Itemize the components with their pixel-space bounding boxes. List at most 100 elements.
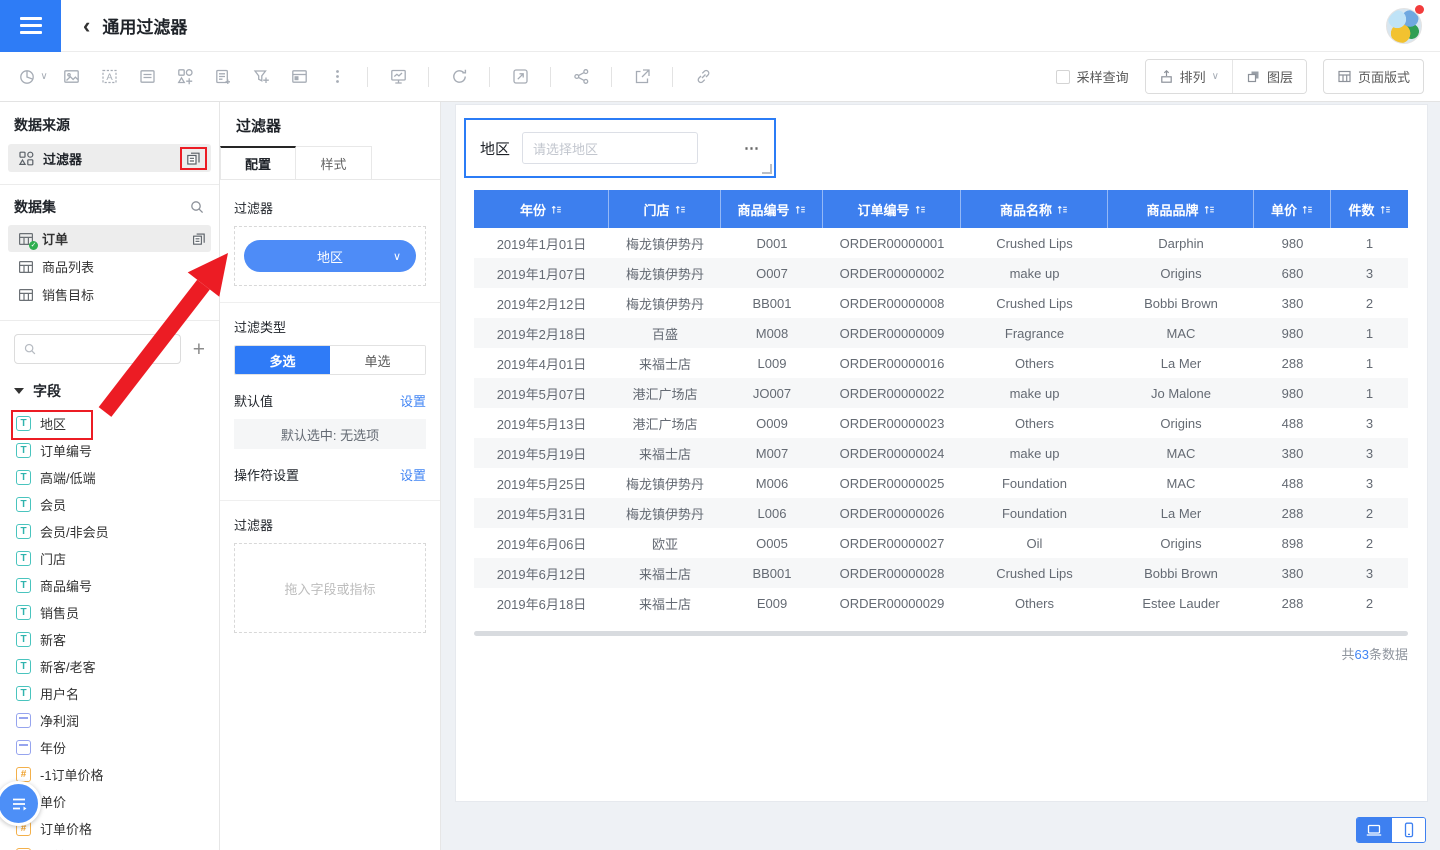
more-button[interactable]: [320, 60, 354, 94]
arrange-label: 排列: [1180, 67, 1206, 86]
mobile-view-button[interactable]: [1391, 818, 1425, 842]
table-row[interactable]: 2019年6月06日 欧亚 O005 ORDER00000027 Oil Ori…: [474, 528, 1408, 558]
table-row[interactable]: 2019年4月01日 来福士店 L009 ORDER00000016 Other…: [474, 348, 1408, 378]
table-row[interactable]: 2019年5月25日 梅龙镇伊势丹 M006 ORDER00000025 Fou…: [474, 468, 1408, 498]
single-select-option[interactable]: 单选: [330, 346, 425, 374]
cell-year: 2019年5月25日: [474, 468, 609, 498]
horizontal-scrollbar[interactable]: [474, 631, 1408, 636]
cell-unit-price: 680: [1254, 258, 1331, 288]
add-field-button[interactable]: +: [193, 339, 205, 360]
hamburger-menu-button[interactable]: [0, 0, 61, 52]
filter-type-label: 过滤类型: [234, 317, 426, 336]
default-value-settings-link[interactable]: 设置: [400, 391, 426, 410]
card-button[interactable]: [130, 60, 164, 94]
refresh-button[interactable]: [442, 60, 476, 94]
region-filter-input[interactable]: 请选择地区: [522, 132, 698, 164]
dataset-item[interactable]: ✓ 销售目标: [8, 281, 211, 308]
cell-order-no: ORDER00000009: [823, 318, 961, 348]
field-item[interactable]: 会员/非会员: [16, 518, 219, 545]
field-item[interactable]: 门店: [16, 545, 219, 572]
add-widget-button[interactable]: [168, 60, 202, 94]
tab-style[interactable]: 样式: [296, 146, 372, 179]
add-list-button[interactable]: [206, 60, 240, 94]
field-item[interactable]: 新客/老客: [16, 653, 219, 680]
footer-suffix: 条数据: [1369, 647, 1408, 662]
search-icon[interactable]: [189, 199, 205, 215]
field-item[interactable]: 地区: [16, 410, 219, 437]
table-row[interactable]: 2019年5月07日 港汇广场店 JO007 ORDER00000022 mak…: [474, 378, 1408, 408]
field-item[interactable]: 年份: [16, 734, 219, 761]
field-item[interactable]: -1订单价格: [16, 761, 219, 788]
table-row[interactable]: 2019年5月31日 梅龙镇伊势丹 L006 ORDER00000026 Fou…: [474, 498, 1408, 528]
table-row[interactable]: 2019年1月01日 梅龙镇伊势丹 D001 ORDER00000001 Cru…: [474, 228, 1408, 258]
field-item[interactable]: 用户名: [16, 680, 219, 707]
sidebar-item-filter-source[interactable]: 过滤器: [8, 144, 211, 172]
share-button[interactable]: [564, 60, 598, 94]
tab-config[interactable]: 配置: [220, 146, 296, 179]
table-header-cell[interactable]: 单价: [1254, 190, 1331, 228]
checkbox-icon[interactable]: [1056, 70, 1070, 84]
cell-product-no: JO007: [721, 378, 823, 408]
page-layout-button[interactable]: 页面版式: [1323, 59, 1424, 94]
table-header-cell[interactable]: 订单编号: [823, 190, 961, 228]
table-row[interactable]: 2019年6月18日 来福士店 E009 ORDER00000029 Other…: [474, 588, 1408, 618]
rename-board-icon: [185, 150, 202, 167]
image-button[interactable]: [54, 60, 88, 94]
table-row[interactable]: 2019年2月18日 百盛 M008 ORDER00000009 Fragran…: [474, 318, 1408, 348]
preview-button[interactable]: [381, 60, 415, 94]
cell-store: 来福士店: [609, 438, 721, 468]
dataset-item[interactable]: ✓ 商品列表: [8, 253, 211, 280]
field-item[interactable]: 新客: [16, 626, 219, 653]
dataset-item[interactable]: ✓ 订单: [8, 225, 211, 252]
sample-query-checkbox[interactable]: 采样查询: [1056, 67, 1129, 86]
table-row[interactable]: 2019年1月07日 梅龙镇伊势丹 O007 ORDER00000002 mak…: [474, 258, 1408, 288]
region-filter-widget[interactable]: 地区 请选择地区 ⋯: [464, 118, 776, 178]
field-item[interactable]: 净利润: [16, 707, 219, 734]
cell-order-no: ORDER00000025: [823, 468, 961, 498]
user-avatar[interactable]: [1386, 8, 1422, 44]
region-filter-pill[interactable]: 地区 ∨: [244, 240, 416, 272]
add-filter-button[interactable]: [244, 60, 278, 94]
back-button[interactable]: ‹: [83, 15, 90, 37]
table-header-cell[interactable]: 商品品牌: [1108, 190, 1254, 228]
field-search-input[interactable]: [43, 342, 172, 357]
drop-zone[interactable]: 拖入字段或指标: [234, 543, 426, 633]
table-header-cell[interactable]: 商品名称: [961, 190, 1108, 228]
field-item[interactable]: 商品编号: [16, 572, 219, 599]
cell-quantity: 2: [1331, 288, 1408, 318]
field-search-box[interactable]: [14, 334, 181, 364]
multi-select-option[interactable]: 多选: [235, 346, 330, 374]
text-button[interactable]: A: [92, 60, 126, 94]
field-search-row: +: [0, 321, 219, 369]
arrange-button[interactable]: 排列 ∨: [1146, 60, 1232, 93]
field-item[interactable]: 订单日期: [16, 842, 219, 850]
link-button[interactable]: [686, 60, 720, 94]
fields-section-header[interactable]: 字段: [0, 369, 219, 408]
table-header-cell[interactable]: 商品编号: [721, 190, 823, 228]
column-label: 门店: [643, 200, 669, 219]
resize-handle[interactable]: [762, 164, 772, 174]
rename-board-icon[interactable]: [191, 231, 207, 247]
table-header-cell[interactable]: 门店: [609, 190, 721, 228]
table-row[interactable]: 2019年5月19日 来福士店 M007 ORDER00000024 make …: [474, 438, 1408, 468]
panel-tabs: 配置 样式: [220, 146, 440, 180]
table-header-cell[interactable]: 件数: [1331, 190, 1408, 228]
chart-button[interactable]: ∨: [16, 60, 50, 94]
table-row[interactable]: 2019年5月13日 港汇广场店 O009 ORDER00000023 Othe…: [474, 408, 1408, 438]
field-item[interactable]: 高端/低端: [16, 464, 219, 491]
field-item[interactable]: 销售员: [16, 599, 219, 626]
table-row[interactable]: 2019年6月12日 来福士店 BB001 ORDER00000028 Crus…: [474, 558, 1408, 588]
field-item[interactable]: 会员: [16, 491, 219, 518]
table-header-cell[interactable]: 年份: [474, 190, 609, 228]
field-item[interactable]: 订单价格: [16, 815, 219, 842]
desktop-view-button[interactable]: [1357, 818, 1391, 842]
widget-more-icon[interactable]: ⋯: [744, 139, 760, 157]
field-item[interactable]: 订单编号: [16, 437, 219, 464]
table-row[interactable]: 2019年2月12日 梅龙镇伊势丹 BB001 ORDER00000008 Cr…: [474, 288, 1408, 318]
resize-button[interactable]: [503, 60, 537, 94]
layers-button[interactable]: 图层: [1232, 60, 1306, 93]
table-button[interactable]: [282, 60, 316, 94]
operator-settings-link[interactable]: 设置: [400, 465, 426, 484]
field-item[interactable]: 单价: [16, 788, 219, 815]
export-button[interactable]: [625, 60, 659, 94]
